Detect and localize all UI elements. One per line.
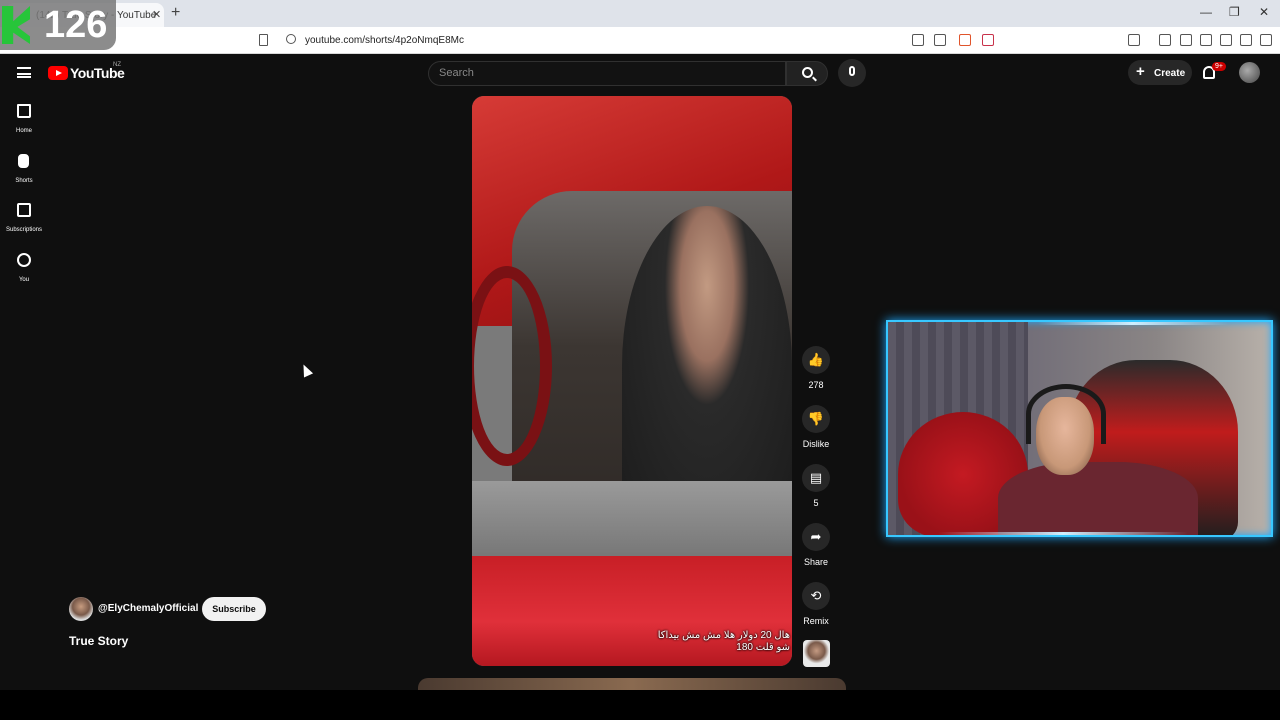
plus-icon: +: [1136, 63, 1145, 80]
video-frame-person: [622, 206, 792, 526]
search-button[interactable]: [786, 61, 828, 86]
sidebar-item-shorts[interactable]: Shorts: [0, 146, 48, 190]
hamburger-menu-icon[interactable]: [17, 67, 31, 78]
browser-tab-strip: (142) True Story - YouTube ✕ + — ❐ ✕: [0, 0, 1280, 27]
caption-line: هال 20 دولار هلا مش مش بيداكا: [657, 630, 790, 641]
webcam-person-body: [998, 462, 1198, 535]
share-page-icon[interactable]: [934, 34, 946, 46]
youtube-logo-icon[interactable]: [48, 66, 68, 80]
shorts-icon: [18, 154, 29, 168]
caption-line: شو قلت 180: [736, 642, 790, 653]
comment-count: 5: [813, 498, 819, 508]
webcam-glow-bottom: [938, 532, 1188, 535]
youtube-header: YouTube NZ + Create 9+: [0, 54, 1280, 92]
sidebar-item-label: You: [18, 277, 30, 283]
webcam-overlay: [886, 320, 1273, 537]
short-video-player[interactable]: هال 20 دولار هلا مش مش بيداكا شو قلت 180: [472, 96, 792, 666]
region-code: NZ: [113, 62, 121, 68]
bookmark-icon[interactable]: [259, 34, 268, 46]
subscriptions-icon: [17, 203, 31, 217]
sidebar-item-you[interactable]: You: [0, 245, 48, 289]
sidebar-toggle-icon[interactable]: [1180, 34, 1192, 46]
url-field[interactable]: youtube.com/shorts/4p2oNmqE8Mc: [305, 35, 464, 46]
search-box: [428, 61, 786, 86]
leo-ai-icon[interactable]: [1220, 34, 1232, 46]
restore-icon[interactable]: ❐: [1229, 5, 1240, 19]
brave-rewards-icon[interactable]: [982, 34, 994, 46]
you-icon: [17, 253, 31, 267]
home-icon: [17, 104, 31, 118]
sidebar-item-label: Subscriptions: [5, 227, 43, 233]
sidebar-item-subscriptions[interactable]: Subscriptions: [0, 195, 48, 239]
share-label: Share: [803, 557, 829, 567]
remix-icon: ⟲: [810, 588, 822, 603]
media-icon[interactable]: [1159, 34, 1171, 46]
site-info-icon[interactable]: [286, 34, 296, 44]
minimize-icon[interactable]: —: [1200, 5, 1212, 19]
create-button[interactable]: + Create: [1128, 60, 1192, 85]
thumbs-up-icon: 👍: [807, 352, 825, 367]
webcam-headset: [1026, 384, 1106, 444]
channel-handle[interactable]: @ElyChemalyOfficial: [98, 603, 198, 614]
cast-icon[interactable]: [912, 34, 924, 46]
close-window-icon[interactable]: ✕: [1259, 5, 1269, 19]
brave-shield-icon[interactable]: [959, 34, 971, 46]
short-title: True Story: [69, 634, 129, 648]
counter-value: 126: [44, 4, 108, 46]
search-icon: [802, 67, 813, 78]
channel-thumbnail[interactable]: [803, 640, 830, 667]
dislike-label: Dislike: [802, 439, 830, 449]
address-bar: youtube.com/shorts/4p2oNmqE8Mc: [0, 27, 1280, 54]
search-input[interactable]: [439, 67, 769, 79]
channel-avatar[interactable]: [69, 597, 93, 621]
bottom-bar: [0, 690, 1280, 720]
voice-search-button[interactable]: [838, 59, 866, 87]
account-avatar[interactable]: [1239, 62, 1260, 83]
share-arrow-icon: ➦: [810, 529, 822, 544]
tab-search-icon[interactable]: [1128, 34, 1140, 46]
mouse-cursor-icon: [298, 362, 314, 378]
wallet-icon[interactable]: [1200, 34, 1212, 46]
like-count: 278: [808, 380, 824, 390]
stream-counter-overlay: 126: [0, 0, 116, 50]
remix-label: Remix: [803, 616, 829, 626]
video-caption: هال 20 دولار هلا مش مش بيداكا شو قلت 180: [658, 630, 790, 654]
thumbs-down-icon: 👎: [807, 411, 825, 426]
notification-badge: 9+: [1212, 62, 1226, 71]
comment-icon: ▤: [809, 470, 823, 485]
create-label: Create: [1154, 68, 1186, 79]
sidebar-item-label: Shorts: [15, 178, 33, 184]
subscribe-button[interactable]: Subscribe: [202, 597, 266, 621]
webcam-glow-top: [1038, 322, 1228, 325]
sidebar-item-home[interactable]: Home: [0, 96, 48, 140]
tab-close-icon[interactable]: ✕: [152, 8, 161, 21]
kick-logo-icon: [2, 6, 30, 44]
microphone-icon: [849, 66, 855, 76]
vpn-icon[interactable]: [1240, 34, 1252, 46]
sidebar-item-label: Home: [15, 128, 32, 134]
browser-menu-icon[interactable]: [1260, 34, 1272, 46]
new-tab-icon[interactable]: +: [171, 4, 180, 22]
